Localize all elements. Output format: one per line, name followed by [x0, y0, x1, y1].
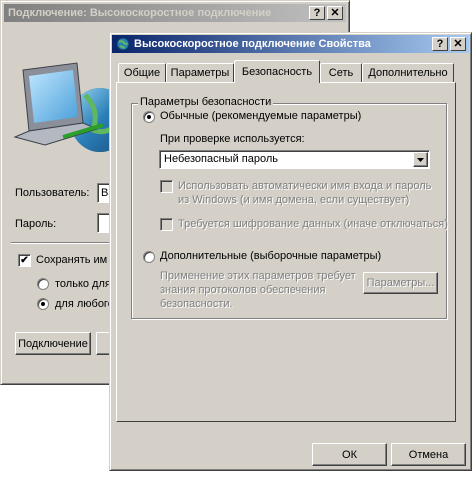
back-close-button[interactable]: ✕ — [327, 6, 343, 20]
verify-label: При проверке используется: — [160, 133, 305, 145]
password-label: Пароль: — [15, 218, 57, 230]
auto-login-label: Использовать автоматически имя входа и п… — [178, 180, 432, 206]
chevron-down-icon[interactable] — [413, 152, 428, 167]
typical-radio-label: Обычные (рекомендуемые параметры) — [160, 110, 362, 122]
cancel-button[interactable]: Отмена — [391, 443, 466, 466]
encrypt-checkbox[interactable] — [160, 218, 173, 231]
laptop-globe-icon — [13, 62, 115, 152]
params-button[interactable]: Параметры... — [363, 272, 438, 294]
network-globe-icon — [116, 37, 130, 51]
save-checkbox[interactable]: ✔ — [18, 254, 31, 267]
save-label: Сохранять им — [36, 254, 108, 266]
properties-title: Высокоскоростное подключение Свойства — [134, 38, 371, 50]
only-me-label: только для — [55, 278, 111, 290]
tab-general[interactable]: Общие — [118, 63, 166, 82]
advanced-description: Применение этих параметров требует знани… — [160, 270, 356, 310]
back-window-titlebar[interactable]: Подключение: Высокоскоростное подключени… — [4, 4, 346, 22]
properties-titlebar[interactable]: Высокоскоростное подключение Свойства ? … — [112, 35, 469, 53]
properties-close-button[interactable]: ✕ — [450, 37, 466, 51]
group-title: Параметры безопасности — [138, 96, 274, 108]
back-window-title: Подключение: Высокоскоростное подключени… — [8, 7, 272, 19]
properties-help-button[interactable]: ? — [432, 37, 448, 51]
connect-button[interactable]: Подключение — [15, 332, 91, 355]
anyone-label: для любого — [55, 298, 114, 310]
tab-advanced[interactable]: Дополнительно — [362, 63, 454, 82]
typical-radio[interactable] — [143, 111, 155, 123]
only-me-radio[interactable] — [37, 278, 49, 290]
user-label: Пользователь: — [15, 187, 90, 199]
auto-login-checkbox[interactable] — [160, 180, 173, 193]
advanced-radio[interactable] — [143, 251, 155, 263]
tab-options[interactable]: Параметры — [166, 63, 234, 82]
anyone-radio[interactable] — [37, 298, 49, 310]
ok-button[interactable]: ОК — [312, 443, 387, 466]
tab-network[interactable]: Сеть — [320, 63, 362, 82]
advanced-radio-label: Дополнительные (выборочные параметры) — [160, 250, 382, 262]
separator — [11, 242, 121, 243]
verify-select[interactable]: Небезопасный пароль — [159, 150, 430, 169]
tab-security[interactable]: Безопасность — [234, 60, 320, 83]
back-help-button[interactable]: ? — [309, 6, 325, 20]
encrypt-label: Требуется шифрование данных (иначе отклю… — [178, 218, 448, 230]
verify-select-value: Небезопасный пароль — [164, 153, 279, 165]
